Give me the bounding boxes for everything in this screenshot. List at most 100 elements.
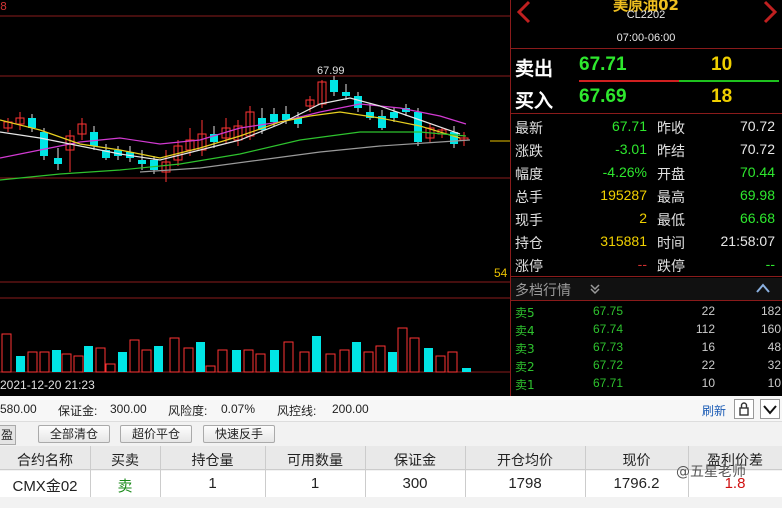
collapse-button[interactable] bbox=[760, 399, 780, 419]
buy-label: 买入 bbox=[515, 90, 554, 112]
account-summary: 580.00 保证金: 300.00 风险度: 0.07% 风控线: 200.0… bbox=[0, 396, 782, 422]
stat-value: 70.72 bbox=[739, 118, 775, 134]
volume-bar bbox=[388, 352, 397, 372]
lock-icon bbox=[739, 402, 749, 416]
stat-label: 持仓 bbox=[515, 236, 543, 252]
chevron-up-icon[interactable] bbox=[755, 282, 771, 294]
volume-bar bbox=[424, 348, 433, 372]
stat-label: 昨结 bbox=[657, 144, 685, 160]
stat-value: 315881 bbox=[600, 233, 647, 249]
volume-bar bbox=[154, 346, 163, 372]
depth-cum-volume: 32 bbox=[767, 358, 781, 372]
volume-bar bbox=[95, 347, 106, 373]
double-chevron-down-icon[interactable] bbox=[589, 283, 601, 295]
next-contract-icon[interactable] bbox=[759, 0, 779, 28]
volume-bar bbox=[141, 349, 152, 373]
depth-title: 多档行情 bbox=[515, 283, 571, 299]
stat-value: 21:58:07 bbox=[720, 233, 776, 249]
candle-body bbox=[390, 112, 398, 118]
positions-header: 合约名称 买卖 持仓量 可用数量 保证金 开仓均价 现价 盈利价差 bbox=[0, 446, 782, 470]
stat-label: 昨收 bbox=[657, 121, 685, 137]
column-header[interactable]: 可用数量 bbox=[265, 450, 365, 470]
stat-label: 涨跌 bbox=[515, 144, 543, 160]
volume-bar bbox=[409, 337, 420, 373]
depth-cum-volume: 10 bbox=[767, 376, 781, 390]
column-header[interactable]: 开仓均价 bbox=[465, 450, 585, 470]
volume-bar bbox=[375, 345, 386, 373]
top-axis-label: 8 bbox=[0, 0, 7, 13]
prev-contract-icon[interactable] bbox=[515, 0, 535, 28]
column-header[interactable]: 保证金 bbox=[365, 450, 465, 470]
depth-row[interactable]: 卖5 67.75 22 182 bbox=[511, 302, 782, 320]
depth-row[interactable]: 卖2 67.72 22 32 bbox=[511, 356, 782, 374]
volume-bar bbox=[183, 347, 194, 373]
cell-qty: 1 bbox=[208, 475, 217, 492]
stat-value: 70.44 bbox=[739, 164, 775, 180]
risk-label: 风险度: bbox=[168, 404, 208, 418]
kline-chart[interactable]: 8 67.99 54 2021-12-20 21:23 bbox=[0, 0, 510, 396]
risk-value: 0.07% bbox=[221, 402, 256, 416]
sell-price: 67.71 bbox=[579, 54, 627, 75]
position-tab[interactable]: 盈 bbox=[0, 425, 16, 445]
depth-price: 67.73 bbox=[593, 340, 624, 354]
table-row[interactable]: CMX金02 卖 1 1 300 1798 1796.2 1.8 bbox=[0, 471, 782, 497]
candle-body bbox=[450, 132, 458, 144]
candle-body bbox=[414, 112, 422, 142]
quick-reverse-button[interactable]: 快速反手 bbox=[203, 425, 275, 443]
volume-bar bbox=[169, 337, 180, 373]
sell-quote-row[interactable]: 卖出 67.71 10 bbox=[511, 50, 782, 82]
column-header[interactable]: 合约名称 bbox=[0, 450, 90, 470]
control-label: 风控线: bbox=[277, 404, 317, 418]
depth-row[interactable]: 卖4 67.74 112 160 bbox=[511, 320, 782, 338]
depth-header[interactable]: 多档行情 bbox=[511, 278, 782, 300]
column-separator bbox=[365, 446, 366, 497]
stat-value: 195287 bbox=[600, 187, 647, 203]
column-header[interactable]: 现价 bbox=[585, 450, 688, 470]
quote-panel: 美原油02 CL2202 07:00-06:00 卖出 67.71 10 买入 … bbox=[510, 0, 782, 396]
candle-body bbox=[270, 114, 278, 122]
volume-bar bbox=[255, 353, 266, 373]
cell-name: CMX金02 bbox=[12, 478, 78, 495]
watermark: @五星老师 bbox=[676, 464, 746, 480]
stat-row: 涨跌 -3.01 昨结 70.72 bbox=[511, 138, 782, 161]
control-value: 200.00 bbox=[332, 402, 369, 416]
trade-panel: 580.00 保证金: 300.00 风险度: 0.07% 风控线: 200.0… bbox=[0, 396, 782, 508]
stat-row: 总手 195287 最高 69.98 bbox=[511, 184, 782, 207]
cell-open: 1798 bbox=[508, 475, 542, 492]
candle-body bbox=[342, 92, 350, 96]
lock-button[interactable] bbox=[734, 399, 754, 419]
volume-bar bbox=[27, 351, 38, 373]
candle-body bbox=[28, 118, 36, 128]
stat-value: -4.26% bbox=[602, 164, 647, 180]
stat-value: 2 bbox=[639, 210, 647, 226]
volume-bar bbox=[462, 368, 471, 372]
depth-level-label: 卖3 bbox=[515, 342, 535, 356]
column-header[interactable]: 持仓量 bbox=[160, 450, 265, 470]
super-close-button[interactable]: 超价平仓 bbox=[120, 425, 192, 443]
column-separator bbox=[265, 446, 266, 497]
volume-bar bbox=[84, 346, 93, 372]
stat-value: 67.71 bbox=[611, 118, 647, 134]
depth-volume: 112 bbox=[695, 322, 715, 336]
close-all-button[interactable]: 全部清仓 bbox=[38, 425, 110, 443]
column-header[interactable]: 买卖 bbox=[90, 450, 160, 470]
stat-label: 跌停 bbox=[657, 259, 685, 275]
depth-row[interactable]: 卖3 67.73 16 48 bbox=[511, 338, 782, 356]
depth-cum-volume: 160 bbox=[760, 322, 781, 336]
action-buttons: 盈 全部清仓 超价平仓 快速反手 bbox=[0, 423, 782, 445]
divider bbox=[511, 113, 782, 114]
stat-label: 现手 bbox=[515, 213, 543, 229]
divider bbox=[511, 276, 782, 277]
buy-quote-row[interactable]: 买入 67.69 18 bbox=[511, 82, 782, 114]
buy-volume: 18 bbox=[711, 86, 733, 107]
depth-level-label: 卖1 bbox=[515, 378, 535, 392]
volume-bar bbox=[283, 341, 294, 373]
divider bbox=[511, 300, 782, 301]
stat-label: 最新 bbox=[515, 121, 543, 137]
volume-bar bbox=[325, 353, 336, 373]
cell-avail: 1 bbox=[310, 475, 320, 492]
refresh-link[interactable]: 刷新 bbox=[702, 402, 726, 419]
volume-bar bbox=[205, 365, 216, 373]
depth-row[interactable]: 卖1 67.71 10 10 bbox=[511, 374, 782, 392]
volume-bar bbox=[39, 351, 50, 373]
